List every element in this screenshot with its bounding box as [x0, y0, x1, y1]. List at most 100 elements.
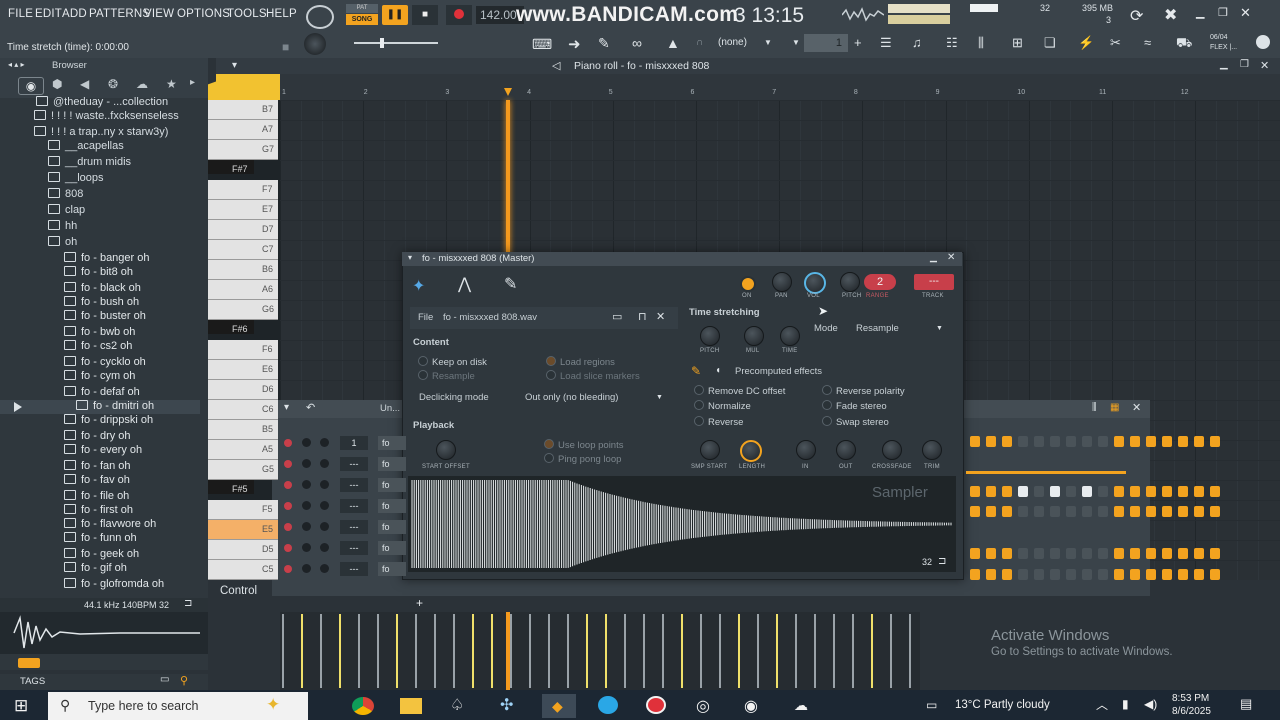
step-button[interactable] [1162, 569, 1172, 580]
step-button[interactable] [1178, 569, 1188, 580]
step-button[interactable] [1018, 436, 1028, 447]
channel-pan-knob[interactable] [302, 438, 311, 447]
clear-file-icon[interactable]: ✕ [656, 310, 665, 323]
piano-roll-snap-icon[interactable]: ▾ [232, 60, 237, 71]
channel-name-button[interactable]: fo [378, 541, 406, 555]
master-volume-slider[interactable] [354, 42, 438, 44]
channel-mute-led[interactable] [284, 481, 292, 489]
channel-mute-led[interactable] [284, 502, 292, 510]
channel-mixer-track[interactable]: --- [340, 478, 368, 492]
taskbar-search[interactable]: ⚲ Type here to search ✦ [48, 692, 308, 720]
wave-icon[interactable]: ≈ [1144, 35, 1151, 50]
shop-icon[interactable]: ⛟ [1176, 35, 1192, 53]
menu-edit[interactable]: EDIT [35, 8, 62, 20]
browser-item[interactable]: fo - fav oh [0, 474, 200, 488]
browser-item[interactable]: hh [0, 220, 200, 234]
step-button[interactable] [1210, 436, 1220, 447]
step-button[interactable] [986, 436, 996, 447]
browser-speaker-icon[interactable]: ◀ [80, 77, 89, 91]
channel-pan-knob[interactable] [302, 564, 311, 573]
ts-time-knob[interactable] [780, 326, 800, 346]
step-button[interactable] [1114, 506, 1124, 517]
stop-button[interactable]: ■ [412, 5, 438, 25]
obs-icon[interactable]: ◎ [696, 696, 710, 716]
song-mode-button[interactable]: SONG [346, 14, 378, 25]
windows-start-icon[interactable]: ⊞ [14, 696, 28, 716]
ping-pong-loop-option[interactable]: Ping pong loop [544, 453, 621, 465]
pattern-dropdown-icon[interactable]: ▼ [792, 38, 800, 47]
channel-volume-knob[interactable] [320, 564, 329, 573]
channel-volume-knob[interactable] [320, 480, 329, 489]
step-button[interactable] [1002, 436, 1012, 447]
browser-item[interactable]: fo - bush oh [0, 296, 200, 310]
step-button[interactable] [1002, 569, 1012, 580]
browser-item[interactable]: fo - bit8 oh [0, 266, 200, 280]
step-button[interactable] [1146, 569, 1156, 580]
step-button[interactable] [1050, 548, 1060, 559]
step-button[interactable] [1098, 569, 1108, 580]
step-button[interactable] [1018, 569, 1028, 580]
menu-add[interactable]: ADD [62, 8, 87, 20]
menu-patterns[interactable]: PATTERNS [89, 8, 150, 20]
step-button[interactable] [1130, 506, 1140, 517]
browser-star-icon[interactable]: ★ [166, 77, 177, 91]
chrome-icon[interactable] [352, 697, 374, 715]
master-volume-handle[interactable] [380, 38, 384, 48]
step-button[interactable] [1194, 486, 1204, 497]
step-button[interactable] [1114, 436, 1124, 447]
pat-mode-button[interactable]: PAT [346, 4, 378, 13]
step-button[interactable] [1098, 506, 1108, 517]
step-button[interactable] [1082, 506, 1092, 517]
step-button[interactable] [1194, 548, 1204, 559]
step-button[interactable] [1002, 486, 1012, 497]
playlist-icon[interactable]: ☰ [880, 35, 892, 51]
channel-rack-icon[interactable]: ☷ [946, 35, 958, 51]
channel-pan-knob[interactable] [302, 501, 311, 510]
channel-name-button[interactable]: fo [378, 457, 406, 471]
reverse-polarity-option[interactable]: Reverse polarity [822, 385, 905, 397]
range-value[interactable]: 2 [864, 274, 896, 290]
step-button[interactable] [1210, 486, 1220, 497]
step-button[interactable] [970, 506, 980, 517]
ts-pitch-knob[interactable] [700, 326, 720, 346]
record-button[interactable] [446, 5, 472, 25]
close-app-button[interactable]: ✕ [1240, 5, 1251, 21]
step-button[interactable] [986, 506, 996, 517]
fl-studio-taskbar-button[interactable]: ◆ [542, 694, 576, 718]
pause-button[interactable]: ❚❚ [382, 5, 408, 25]
channel-mixer-track[interactable]: --- [340, 541, 368, 555]
step-button[interactable] [1002, 548, 1012, 559]
plugin-picker-icon[interactable]: ⊞ [1012, 35, 1023, 51]
restore-button[interactable]: ❐ [1218, 6, 1228, 19]
flex-label[interactable]: FLEX |... [1210, 44, 1237, 51]
smp-start-knob[interactable] [700, 440, 720, 460]
channel-pan-knob[interactable] [302, 543, 311, 552]
notifications-icon[interactable]: ▤ [1240, 696, 1252, 712]
step-button[interactable] [1098, 486, 1108, 497]
browser-item[interactable]: fo - bwb oh [0, 326, 200, 340]
typing-keyboard-icon[interactable]: ⌨ [532, 36, 552, 53]
step-button[interactable] [970, 548, 980, 559]
mixer-icon[interactable]: ⫼ [978, 35, 984, 51]
browser-item[interactable]: fo - funn oh [0, 532, 200, 546]
tools-icon[interactable]: ✂ [1110, 35, 1121, 51]
browser-item[interactable]: __loops [0, 172, 200, 186]
browser-item[interactable]: fo - geek oh [0, 548, 200, 562]
precompute-wrench-icon[interactable]: ✎ [691, 364, 701, 378]
piano-roll-minimize[interactable]: ▁ [1220, 59, 1228, 70]
browser-item[interactable]: fo - buster oh [0, 310, 200, 324]
channel-name-button[interactable]: fo [378, 520, 406, 534]
step-button[interactable] [1034, 548, 1044, 559]
step-button[interactable] [1082, 436, 1092, 447]
envelope-tab-icon[interactable]: ⋀ [458, 274, 471, 294]
browser-item[interactable]: fo - gif oh [0, 562, 200, 576]
file-explorer-icon[interactable] [400, 698, 422, 714]
paint-brush-icon[interactable]: ✎ [598, 35, 610, 52]
piano-roll-icon[interactable]: ♫ [912, 35, 922, 50]
browser-item[interactable]: fo - flavwore oh [0, 518, 200, 532]
preview-loop-icon[interactable]: ⊐ [184, 598, 192, 609]
tags-folder-icon[interactable]: ▭ [160, 674, 169, 685]
step-button[interactable] [986, 569, 996, 580]
open-file-icon[interactable]: ▭ [612, 310, 622, 323]
piano-roll-maximize[interactable]: ❐ [1240, 59, 1249, 70]
